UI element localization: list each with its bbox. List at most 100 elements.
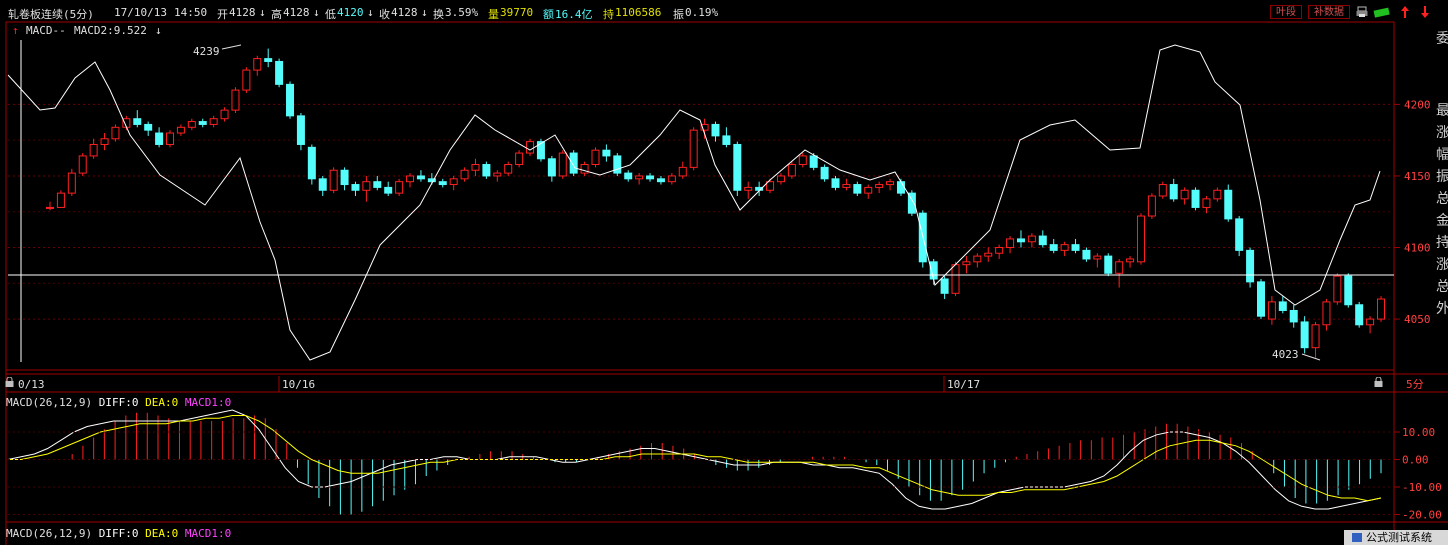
side-char: 总 — [1436, 279, 1448, 295]
candle-body — [493, 172, 502, 177]
candle-body — [362, 181, 371, 191]
candle-body — [1322, 301, 1331, 326]
macd-panel-macd1: MACD1:0 — [184, 396, 232, 409]
candle-body — [176, 126, 185, 134]
candle-body — [1300, 321, 1309, 349]
bottom-panel-diff: DIFF:0 — [98, 527, 139, 540]
low-annotation-line — [1301, 353, 1321, 361]
candle-body — [896, 181, 905, 194]
candle-body — [798, 155, 807, 166]
candle-body — [875, 184, 884, 188]
candle-body — [471, 164, 480, 171]
chart-canvas[interactable]: 4200 4150 4100 4050 10.00 0.00 -10.00 -20.00 4… — [0, 0, 1448, 545]
lock-icon-left[interactable] — [5, 376, 14, 387]
candle-body — [1224, 189, 1233, 220]
candle-body — [602, 149, 611, 157]
candle-body — [187, 121, 196, 128]
candle-body — [384, 186, 393, 194]
macd2-overlay-line — [7, 44, 1381, 361]
lock-icon-right[interactable] — [1374, 376, 1383, 387]
side-char: 最 — [1436, 103, 1448, 119]
candle-body — [984, 252, 993, 257]
candle-body — [1180, 189, 1189, 200]
candle-body — [711, 123, 720, 137]
candle-body — [591, 149, 600, 166]
side-char: 振 — [1436, 169, 1448, 185]
candle-body — [624, 172, 633, 180]
side-char: 涨 — [1436, 125, 1448, 141]
date-label-1013: 0/13 — [18, 378, 45, 391]
candle-body — [1016, 238, 1025, 243]
candle-body — [1060, 244, 1069, 251]
candle-body — [1082, 249, 1091, 260]
candle-body — [1147, 195, 1156, 217]
candle-body — [504, 164, 513, 174]
period-label[interactable]: 5分 — [1406, 378, 1424, 391]
candle-body — [1093, 255, 1102, 260]
macd-tick-label: -20.00 — [1402, 509, 1442, 522]
candle-body — [1038, 235, 1047, 246]
candle-body — [962, 261, 971, 266]
candle-body — [275, 60, 284, 85]
candle-body — [231, 89, 240, 111]
candle-body — [951, 264, 960, 294]
candle-body — [253, 58, 262, 71]
candle-body — [1104, 255, 1113, 274]
candle-body — [1213, 189, 1222, 200]
low-annotation: 4023 — [1272, 348, 1299, 361]
side-quote-panel[interactable]: 委 最 涨 幅 振 总 金 持 涨 总 外 — [1436, 28, 1448, 328]
candle-body — [100, 138, 109, 145]
candle-body — [373, 181, 382, 188]
candle-body — [144, 123, 153, 131]
candle-body — [1202, 198, 1211, 208]
price-tick-label: 4150 — [1404, 170, 1431, 183]
candle-body — [1256, 281, 1265, 317]
price-tick-label: 4050 — [1404, 313, 1431, 326]
date-label-1016: 10/16 — [282, 378, 315, 391]
side-char: 持 — [1436, 235, 1448, 251]
candle-body — [820, 166, 829, 180]
candle-body — [438, 181, 447, 186]
formula-tab-label: 公式测试系统 — [1366, 531, 1432, 544]
candle-body — [722, 135, 731, 145]
price-tick-label: 4100 — [1404, 242, 1431, 255]
candle-body — [1191, 189, 1200, 208]
macd-tick-label: 10.00 — [1402, 426, 1435, 439]
formula-test-tab[interactable]: 公式测试系统 — [1344, 530, 1448, 545]
high-annotation: 4239 — [193, 45, 220, 58]
candle-body — [307, 146, 316, 180]
candle-body — [853, 184, 862, 194]
candle-body — [286, 83, 295, 117]
candle-body — [1049, 244, 1058, 251]
candle-body — [89, 143, 98, 157]
candle-body — [78, 155, 87, 174]
candle-body — [940, 278, 949, 294]
candle-body — [1344, 275, 1353, 306]
candle-body — [667, 175, 676, 183]
candle-body — [1278, 301, 1287, 311]
candle-body — [1333, 275, 1342, 303]
candle-body — [406, 175, 415, 183]
candle-body — [1235, 218, 1244, 251]
candle-body — [1027, 235, 1036, 243]
candle-body — [995, 247, 1004, 254]
candle-body — [646, 175, 655, 180]
side-char: 委 — [1436, 31, 1448, 47]
candle-body — [635, 175, 644, 180]
date-label-1017: 10/17 — [947, 378, 980, 391]
candle-body — [340, 169, 349, 186]
candle-body — [56, 192, 65, 208]
candle-body — [1267, 301, 1276, 320]
price-tick-label: 4200 — [1404, 98, 1431, 111]
candle-body — [1311, 324, 1320, 349]
high-annotation-line — [221, 44, 242, 50]
candle-body — [678, 166, 687, 177]
candle-body — [787, 164, 796, 177]
candle-body — [111, 126, 120, 140]
candle-body — [1136, 215, 1145, 263]
candle-body — [1289, 309, 1298, 323]
candle-body — [133, 118, 142, 125]
candle-body — [558, 152, 567, 177]
candle-body — [886, 181, 895, 186]
candle-body — [1246, 249, 1255, 283]
